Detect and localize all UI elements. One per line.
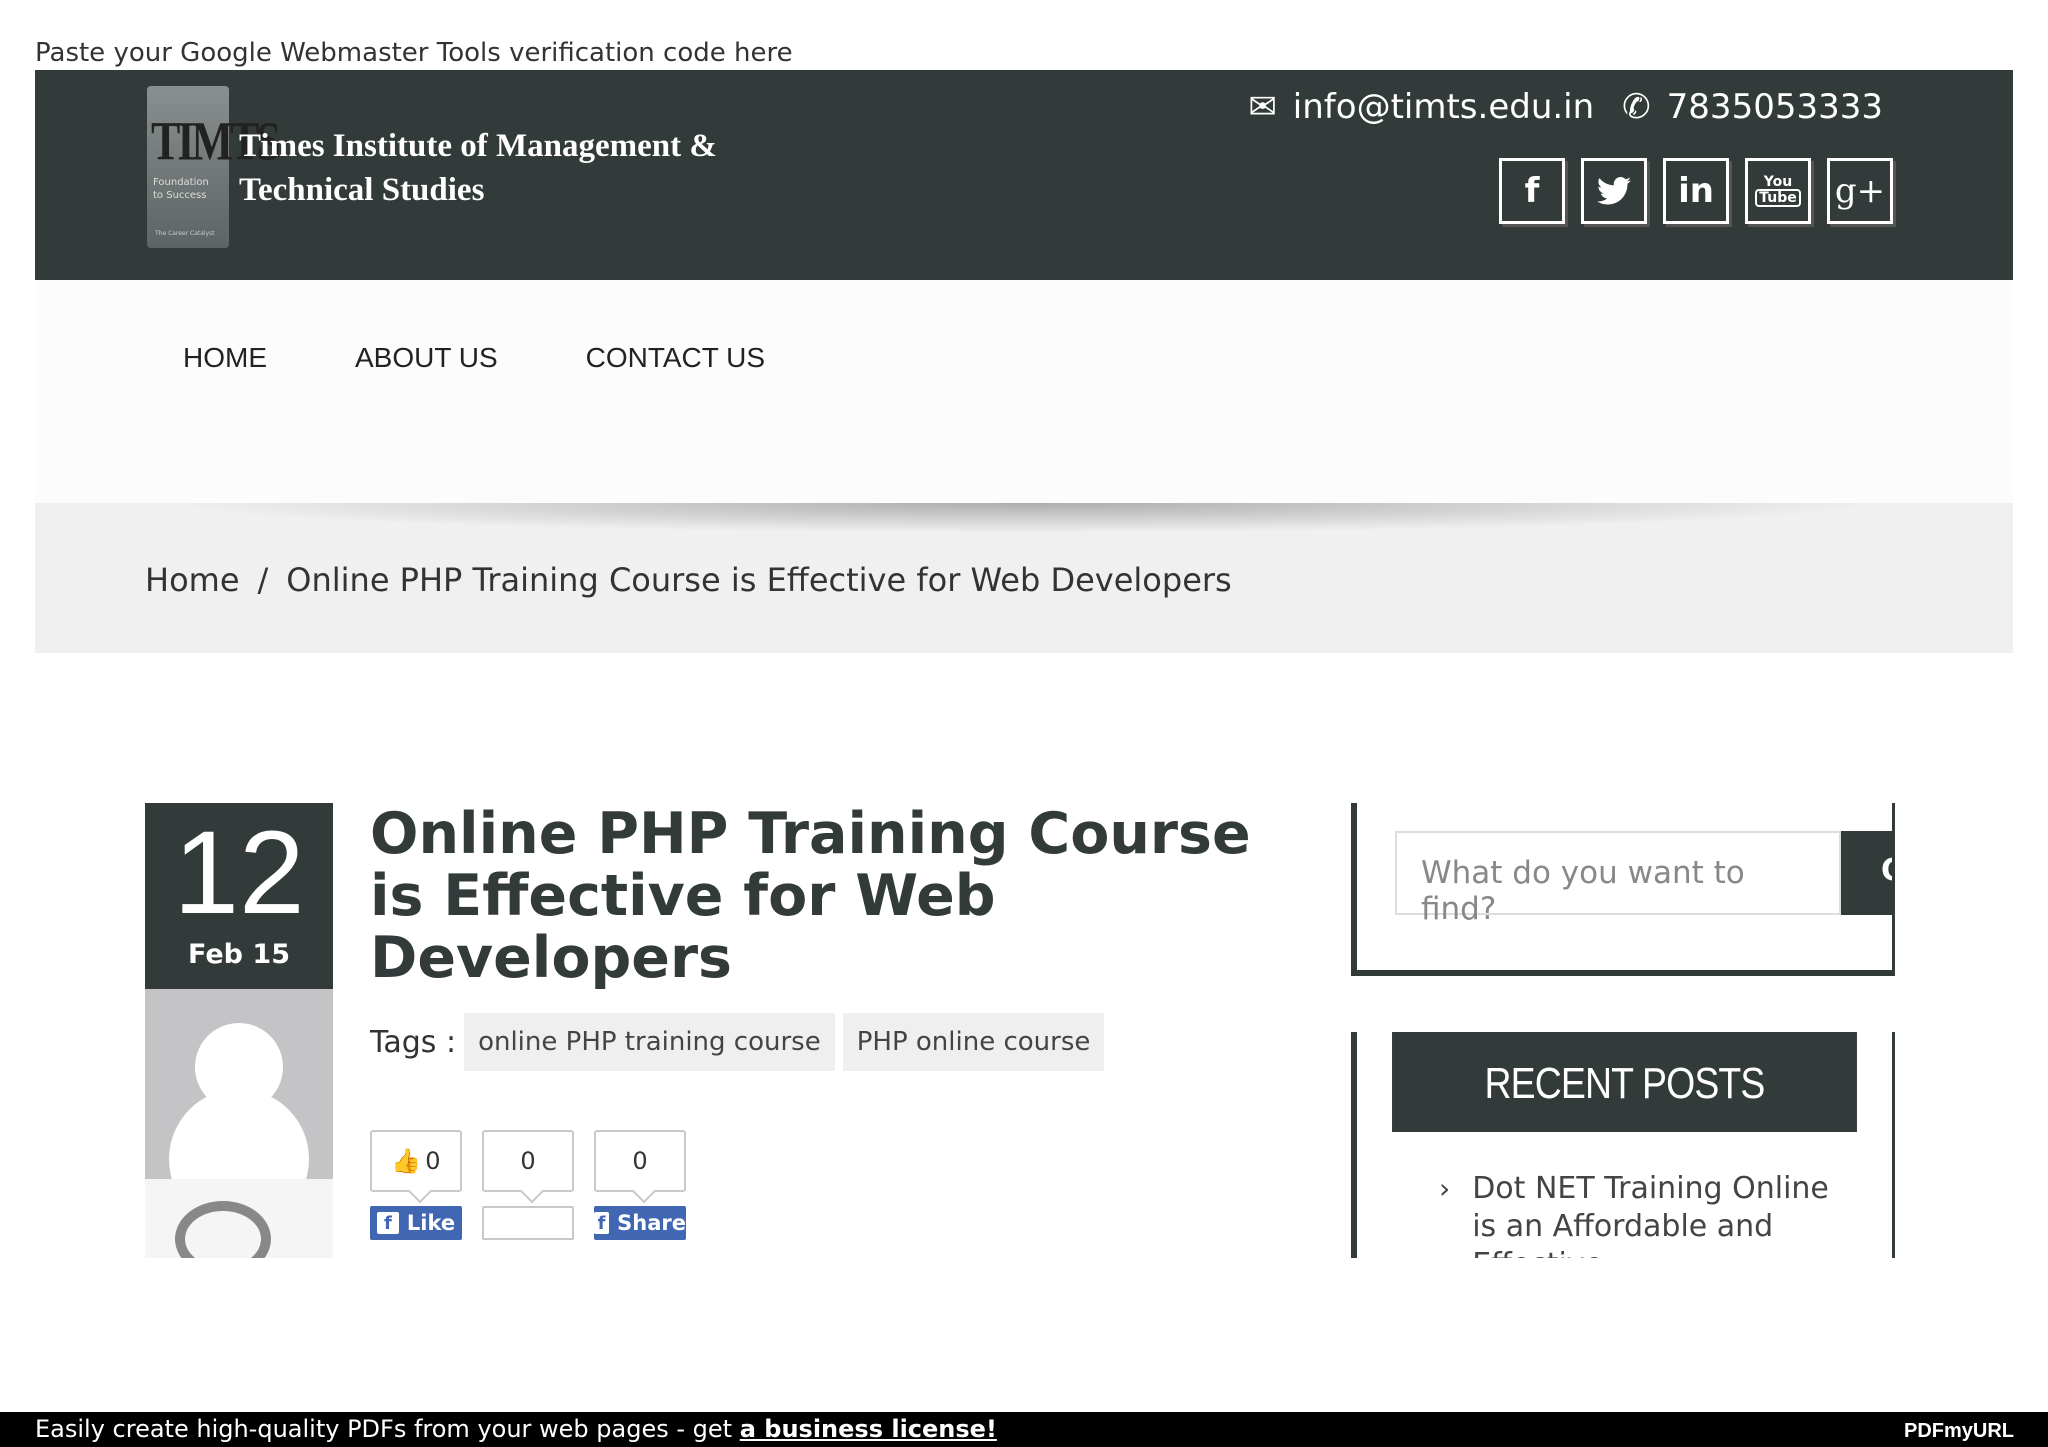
google-plus-icon[interactable]: g+	[1827, 158, 1893, 224]
chevron-right-icon: ›	[1439, 1172, 1451, 1205]
breadcrumb-separator: /	[257, 561, 269, 599]
facebook-share-count: 0	[594, 1130, 686, 1192]
post-tags: Tags : online PHP training course PHP on…	[370, 1013, 1112, 1071]
facebook-share-button[interactable]: f Share	[594, 1206, 686, 1240]
main-content: 12 Feb 15 Online PHP Training Course is …	[145, 803, 1895, 1258]
phone-text: 7835053333	[1666, 87, 1883, 127]
recent-posts-widget: RECENT POSTS › Dot NET Training Online i…	[1351, 1032, 1895, 1258]
facebook-like-button[interactable]: f Like	[370, 1206, 462, 1240]
top-header: TIMTS Foundation to Success The Career C…	[35, 70, 2013, 280]
breadcrumb-home[interactable]: Home	[145, 561, 240, 599]
phone-contact[interactable]: ✆ 7835053333	[1622, 87, 1883, 127]
search-input[interactable]: What do you want to find?	[1395, 831, 1841, 927]
blank-share-button[interactable]	[482, 1206, 574, 1240]
share-count: 0	[482, 1130, 574, 1192]
tag-link[interactable]: online PHP training course	[464, 1013, 835, 1071]
envelope-icon: ✉	[1248, 87, 1277, 127]
author-avatar	[145, 989, 333, 1179]
post-title: Online PHP Training Course is Effective …	[370, 803, 1251, 991]
email-contact[interactable]: ✉ info@timts.edu.in	[1248, 87, 1594, 127]
search-button[interactable]: Q	[1841, 831, 1892, 915]
breadcrumb-current: Online PHP Training Course is Effective …	[286, 561, 1232, 599]
nav-item-contact-us[interactable]: CONTACT US	[586, 342, 765, 374]
logo-tagline: Foundation to Success	[153, 177, 209, 201]
avatar-head	[195, 1023, 283, 1111]
tags-label: Tags :	[370, 1024, 457, 1060]
facebook-icon: f	[376, 1212, 399, 1234]
breadcrumb: Home / Online PHP Training Course is Eff…	[35, 503, 2013, 653]
institute-name: Times Institute of Management & Technica…	[239, 128, 717, 208]
business-license-link[interactable]: a business license!	[740, 1415, 997, 1443]
twitter-icon[interactable]	[1581, 158, 1647, 224]
recent-posts-title: RECENT POSTS	[1392, 1032, 1857, 1132]
facebook-icon: f	[594, 1212, 610, 1234]
post-month: Feb 15	[188, 939, 290, 970]
tag-link[interactable]: PHP online course	[842, 1013, 1105, 1071]
share-buttons: 👍 0 f Like 0 0 f Share	[370, 1130, 686, 1240]
comment-icon[interactable]	[145, 1179, 333, 1258]
pdfmyurl-logo[interactable]: PDFmyURL	[1904, 1420, 2014, 1443]
recent-post-link[interactable]: Dot NET Training Online is an Affordable…	[1472, 1170, 1852, 1258]
like-count: 👍 0	[370, 1130, 462, 1192]
list-item[interactable]: › Dot NET Training Online is an Affordab…	[1439, 1170, 1892, 1258]
thumbs-up-icon: 👍	[391, 1147, 422, 1175]
logo-subtagline: The Career Catalyst	[155, 230, 215, 237]
verification-text: Paste your Google Webmaster Tools verifi…	[35, 38, 793, 68]
post-date: 12 Feb 15	[145, 803, 333, 989]
post-day: 12	[173, 807, 305, 939]
pdf-footer-banner: Easily create high-quality PDFs from you…	[0, 1412, 2048, 1447]
nav-item-home[interactable]: HOME	[183, 342, 267, 374]
nav-item-about-us[interactable]: ABOUT US	[355, 342, 498, 374]
email-text: info@timts.edu.in	[1292, 87, 1595, 127]
site-logo[interactable]: TIMTS Foundation to Success The Career C…	[147, 86, 727, 248]
youtube-icon[interactable]: You Tube	[1745, 158, 1811, 224]
facebook-icon[interactable]: f	[1499, 158, 1565, 224]
social-links: f in You Tube g+	[1499, 158, 1893, 224]
search-widget: What do you want to find? Q	[1351, 803, 1895, 976]
contact-info: ✉ info@timts.edu.in ✆ 7835053333	[1220, 82, 1883, 132]
linkedin-icon[interactable]: in	[1663, 158, 1729, 224]
header-shadow	[165, 503, 1885, 533]
logo-mark: TIMTS Foundation to Success The Career C…	[147, 86, 281, 248]
main-nav: HOME ABOUT US CONTACT US	[35, 280, 2013, 505]
footer-message: Easily create high-quality PDFs from you…	[35, 1415, 997, 1443]
phone-icon: ✆	[1622, 87, 1651, 127]
